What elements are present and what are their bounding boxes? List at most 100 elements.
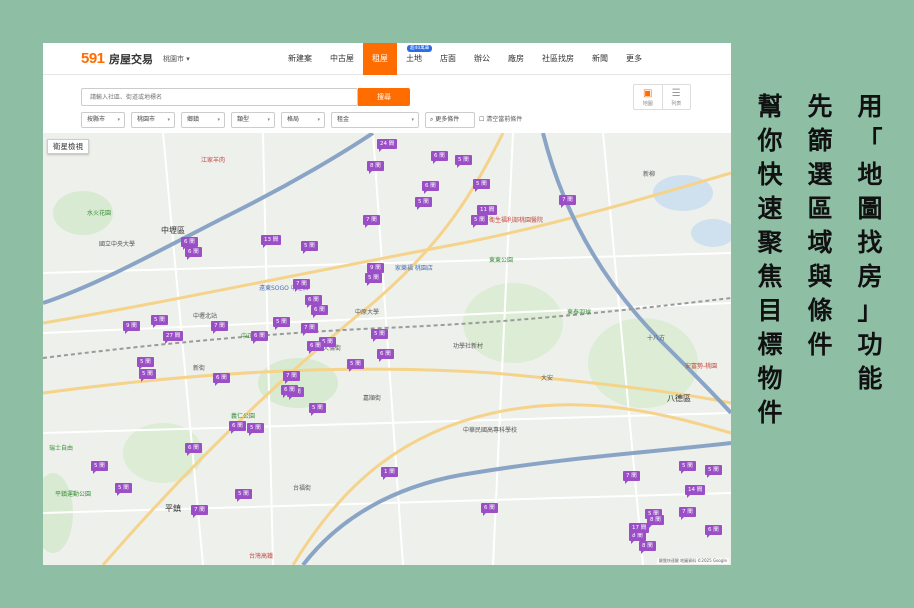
listing-count-marker[interactable]: 6 間 — [281, 385, 298, 398]
listing-count-marker[interactable]: 6 間 — [422, 181, 439, 194]
listing-count-marker[interactable]: 13 間 — [261, 235, 282, 248]
listing-count-marker[interactable]: 6 間 — [305, 295, 322, 308]
place-label: 水火花園 — [87, 210, 112, 217]
listing-count-marker[interactable]: 8 間 — [367, 161, 384, 174]
map-attribution: 鍵盤快速鍵 地圖資料 ©2025 Google — [656, 558, 729, 564]
headline-char: 用 — [857, 92, 883, 121]
listing-count-marker[interactable]: 5 間 — [139, 369, 156, 382]
search-input[interactable] — [81, 88, 358, 106]
listing-count-marker[interactable]: 5 間 — [137, 357, 154, 370]
listing-count-marker[interactable]: 8 間 — [647, 515, 664, 528]
listing-count-marker[interactable]: 6 間 — [181, 237, 198, 250]
listing-count-marker[interactable]: 6 間 — [229, 421, 246, 434]
listing-count-marker[interactable]: 7 間 — [363, 215, 380, 228]
listing-count-marker[interactable]: 5 間 — [151, 315, 168, 328]
logo-591[interactable]: 591 — [81, 50, 105, 67]
listing-count-marker[interactable]: 6 間 — [431, 151, 448, 164]
filter-city[interactable]: 桃園市 ▾ — [131, 112, 175, 128]
listing-count-marker[interactable]: 6 間 — [311, 305, 328, 318]
chevron-down-icon: ▾ — [411, 117, 414, 123]
filter-by-city[interactable]: 按縣市 ▾ — [81, 112, 125, 128]
listing-count-marker[interactable]: 6 間 — [481, 503, 498, 516]
listing-count-marker[interactable]: 7 間 — [679, 507, 696, 520]
city-selector[interactable]: 桃園市 ▾ — [163, 54, 190, 64]
list-view-button[interactable]: ☰ 列表 — [661, 85, 691, 109]
listing-count-marker[interactable]: 6 間 — [213, 373, 230, 386]
place-label: 平鎮 — [165, 504, 181, 513]
listing-count-marker[interactable]: 1 間 — [381, 467, 398, 480]
headline-char: 目 — [757, 296, 783, 325]
listing-count-marker[interactable]: 5 間 — [115, 483, 132, 496]
nav-item-factory[interactable]: 廠房 — [499, 43, 533, 75]
listing-count-marker[interactable]: 27 間 — [163, 331, 184, 344]
land-badge: 超40萬筆 — [407, 45, 433, 52]
listing-count-marker[interactable]: 5 間 — [365, 273, 382, 286]
nav-item-used-house[interactable]: 中古屋 — [321, 43, 363, 75]
nav-item-new-build[interactable]: 新建案 — [279, 43, 321, 75]
nav-item-store[interactable]: 店面 — [431, 43, 465, 75]
nav-item-land[interactable]: 超40萬筆 土地 — [397, 43, 433, 75]
listing-count-marker[interactable]: 7 間 — [623, 471, 640, 484]
listing-count-marker[interactable]: 5 間 — [415, 197, 432, 210]
listing-count-marker[interactable]: 5 間 — [371, 329, 388, 342]
filter-rent[interactable]: 租金 ▾ — [331, 112, 419, 128]
listing-count-marker[interactable]: 5 間 — [705, 465, 722, 478]
place-label: 家樂福 桃園店 — [395, 265, 433, 272]
listing-count-marker[interactable]: 7 間 — [211, 321, 228, 334]
listing-count-marker[interactable]: 5 間 — [347, 359, 364, 372]
listing-count-marker[interactable]: 5 間 — [301, 241, 318, 254]
listing-count-marker[interactable]: 7 間 — [301, 323, 318, 336]
listing-count-marker[interactable]: 14 間 — [685, 485, 706, 498]
map-canvas[interactable]: 衛星檢視 中壢區 八德區 平鎮 江家羊肉 水火花園 國立中央大學 中原大學 遠東… — [43, 133, 731, 565]
listing-count-marker[interactable]: 5 間 — [235, 489, 252, 502]
more-filters-button[interactable]: ⌕ 更多條件 — [425, 112, 475, 128]
place-label: 東東公園 — [489, 257, 514, 264]
listing-count-marker[interactable]: 9 間 — [123, 321, 140, 334]
listing-count-marker[interactable]: 5 間 — [455, 155, 472, 168]
listing-count-marker[interactable]: 5 間 — [273, 317, 290, 330]
listing-count-marker[interactable]: 7 間 — [559, 195, 576, 208]
listing-count-marker[interactable]: 6 間 — [307, 341, 324, 354]
map-view-button[interactable]: ▣ 地圖 — [634, 85, 662, 109]
listing-count-marker[interactable]: 6 間 — [377, 349, 394, 362]
listing-count-marker[interactable]: 7 間 — [293, 279, 310, 292]
listing-count-marker[interactable]: 6 間 — [185, 247, 202, 260]
listing-count-marker[interactable]: 8 間 — [639, 541, 656, 554]
place-label: 中華民國高專科學校 — [463, 427, 518, 434]
nav-item-office[interactable]: 辦公 — [465, 43, 499, 75]
place-label: 國立中央大學 — [99, 241, 136, 248]
listing-count-marker[interactable]: 5 間 — [91, 461, 108, 474]
filter-township[interactable]: 鄉鎮 ▾ — [181, 112, 225, 128]
place-label: 中壢區 — [161, 226, 185, 235]
listing-count-marker[interactable]: 6 間 — [251, 331, 268, 344]
listing-count-marker[interactable]: 11 間 — [477, 205, 498, 218]
search-button[interactable]: 搜尋 — [358, 88, 410, 106]
clear-filters-link[interactable]: ☐ 清空當前條件 — [479, 112, 522, 128]
headline-col-1: 用「地圖找房」功能 — [855, 90, 885, 396]
listing-count-marker[interactable]: 7 間 — [283, 371, 300, 384]
headline-char: 區 — [807, 194, 833, 223]
listing-count-marker[interactable]: 5 間 — [471, 215, 488, 228]
listing-count-marker[interactable]: 7 間 — [191, 505, 208, 518]
chevron-down-icon: ▾ — [267, 117, 270, 123]
headline-char: 速 — [757, 194, 783, 223]
nav-item-rent[interactable]: 租屋 — [363, 43, 397, 75]
nav-item-news[interactable]: 新聞 — [583, 43, 617, 75]
filter-layout[interactable]: 格局 ▾ — [281, 112, 325, 128]
listing-count-marker[interactable]: 9 間 — [367, 263, 384, 276]
nav-item-more[interactable]: 更多 — [617, 43, 651, 75]
listing-count-marker[interactable]: 24 間 — [377, 139, 398, 152]
listing-count-marker[interactable]: 5 間 — [473, 179, 490, 192]
nav-item-community[interactable]: 社區找房 — [533, 43, 583, 75]
headline-char: 條 — [807, 296, 833, 325]
listing-count-marker[interactable]: 6 間 — [705, 525, 722, 538]
top-header: 591 房屋交易 桃園市 ▾ 新建案 中古屋 租屋 超40萬筆 土地 店面 辦公 … — [43, 43, 731, 75]
place-label: 新柳 — [643, 171, 656, 178]
place-label: 十八方 — [647, 335, 666, 342]
satellite-view-button[interactable]: 衛星檢視 — [47, 139, 89, 154]
listing-count-marker[interactable]: 5 間 — [247, 423, 264, 436]
listing-count-marker[interactable]: 5 間 — [309, 403, 326, 416]
filter-type[interactable]: 類型 ▾ — [231, 112, 275, 128]
listing-count-marker[interactable]: 6 間 — [185, 443, 202, 456]
listing-count-marker[interactable]: 5 間 — [679, 461, 696, 474]
